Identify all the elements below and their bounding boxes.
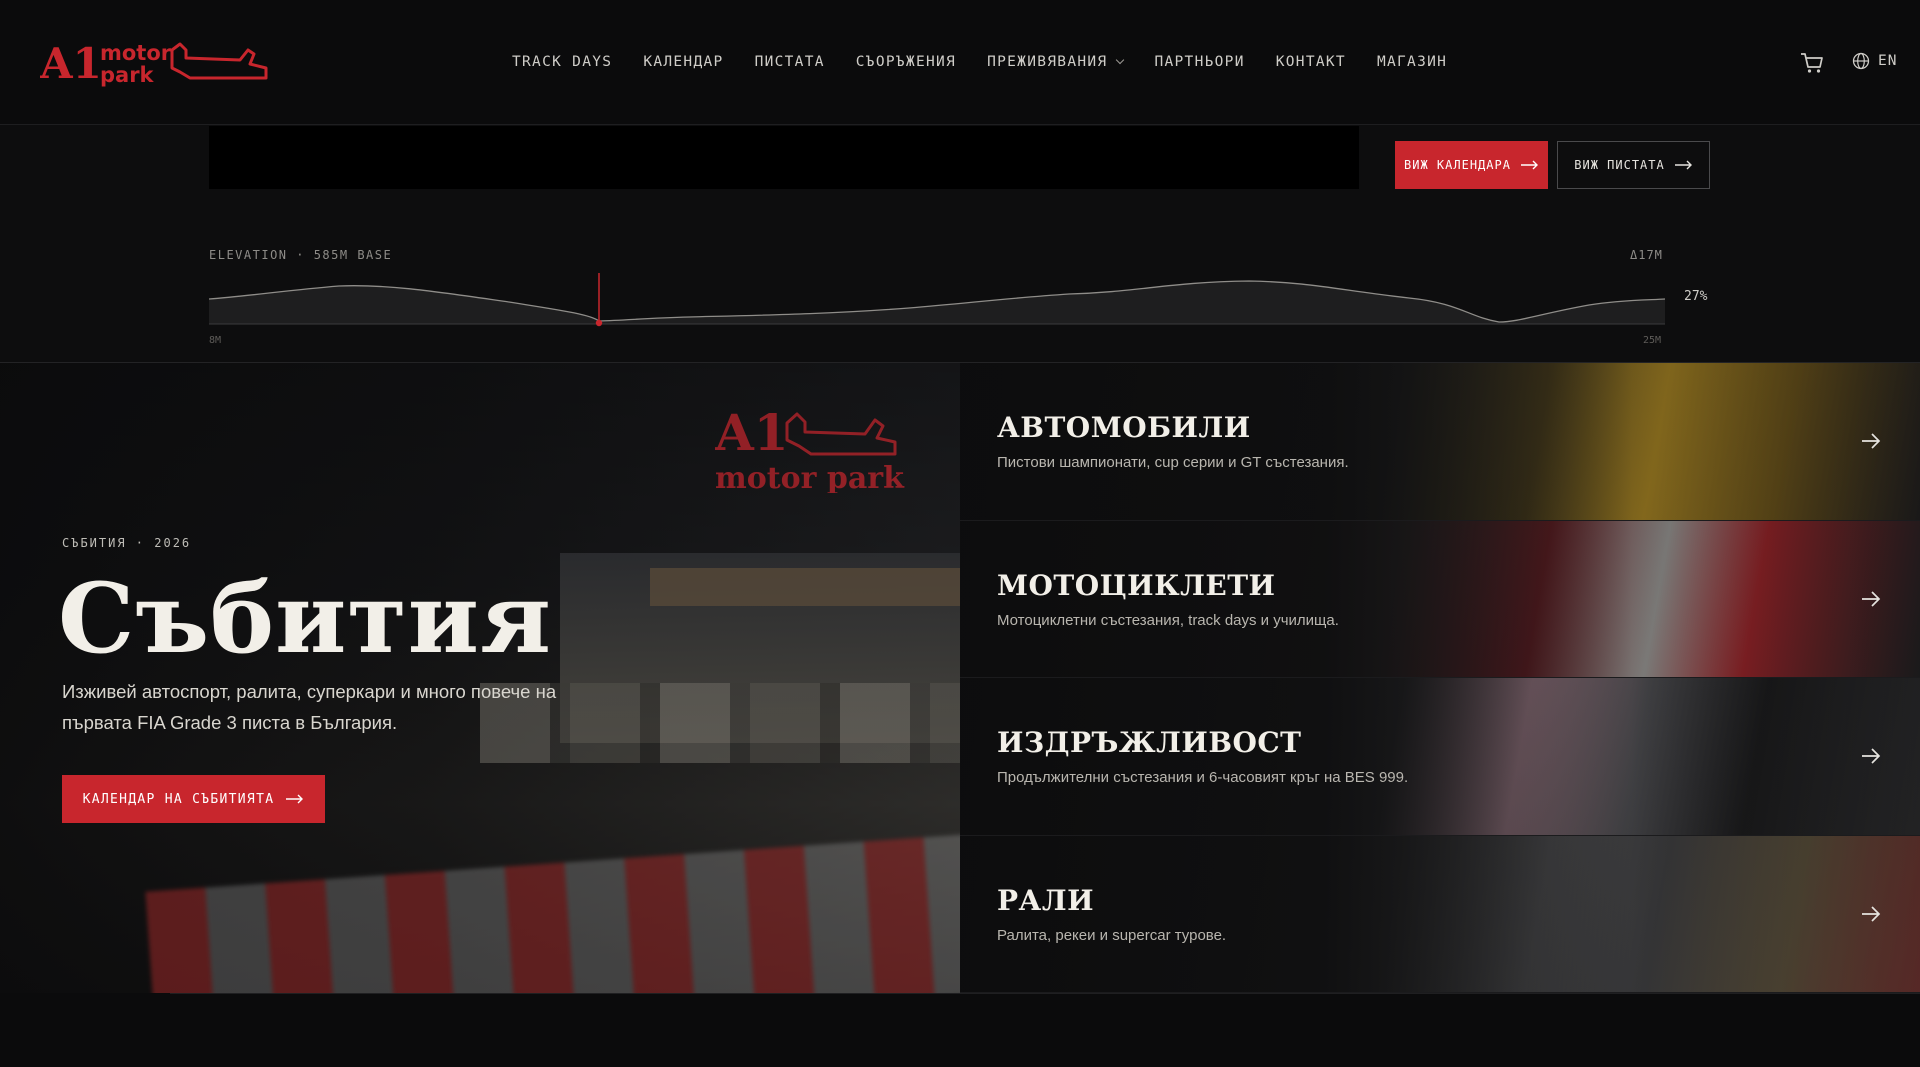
- chevron-down-icon: [1116, 55, 1125, 65]
- hero-description: Изживей автоспорт, ралита, суперкари и м…: [62, 681, 557, 733]
- hero-kicker: СЪБИТИЯ · 2026: [62, 536, 192, 550]
- hero-background-kerb: [145, 834, 960, 993]
- nav-item-calendar[interactable]: КАЛЕНДАР: [643, 54, 723, 70]
- category-title: РАЛИ: [997, 883, 1095, 917]
- nav-label: СЪОРЪЖЕНИЯ: [855, 54, 957, 70]
- arrow-right-icon: [1862, 433, 1881, 449]
- svg-text:motor: motor: [100, 41, 172, 65]
- nav-label: ПРЕЖИВЯВАНИЯ: [987, 54, 1108, 70]
- category-overlay: [960, 835, 1920, 992]
- arrow-right-icon: [1862, 590, 1881, 607]
- divider: [170, 993, 1920, 994]
- category-subtitle: Продължителни състезания и 6-часовият кр…: [997, 769, 1409, 786]
- elevation-label: ELEVATION · 585M BASE: [209, 248, 393, 262]
- site-header: A1 motor park TRACK DAYS КАЛЕНДАР ПИСТАТ…: [0, 0, 1920, 125]
- nav-item-track[interactable]: ПИСТАТА: [755, 54, 825, 70]
- category-title: МОТОЦИКЛЕТИ: [997, 568, 1276, 602]
- language-switcher[interactable]: EN: [1852, 52, 1897, 70]
- video-placeholder: [209, 126, 1359, 189]
- svg-text:A1: A1: [40, 39, 102, 88]
- hero-watermark-logo: A1 motor park: [715, 403, 905, 493]
- category-cars[interactable]: АВТОМОБИЛИ Пистови шампионати, cup серии…: [960, 363, 1920, 521]
- page-bottom: [0, 993, 1920, 1067]
- arrow-right-icon: [1520, 160, 1538, 170]
- nav-label: TRACK DAYS: [512, 54, 613, 70]
- events-hero: A1 motor park СЪБИТИЯ · 2026 Събития Изж…: [0, 363, 960, 993]
- category-subtitle: Ралита, рекеи и supercar турове.: [997, 926, 1227, 944]
- category-subtitle: Мотоциклетни състезания, track days и уч…: [997, 611, 1339, 629]
- event-categories: АВТОМОБИЛИ Пистови шампионати, cup серии…: [960, 363, 1920, 993]
- svg-text:motor park: motor park: [715, 461, 905, 493]
- nav-item-contact[interactable]: КОНТАКТ: [1276, 54, 1346, 70]
- nav-item-partners[interactable]: ПАРТНЬОРИ: [1154, 54, 1244, 70]
- button-label: ВИЖ КАЛЕНДАРА: [1404, 158, 1511, 172]
- nav-label: ПАРТНЬОРИ: [1154, 54, 1245, 70]
- button-label: ВИЖ ПИСТАТА: [1574, 158, 1665, 172]
- nav-label: МАГАЗИН: [1376, 54, 1448, 70]
- elevation-tick-min: 8M: [209, 335, 222, 346]
- nav-label: КАЛЕНДАР: [643, 54, 724, 70]
- svg-text:park: park: [100, 63, 155, 87]
- svg-text:A1: A1: [715, 403, 789, 462]
- elevation-area: [209, 281, 1665, 324]
- elevation-tick-max: 25M: [1643, 335, 1662, 346]
- elevation-delta: Δ17M: [1630, 248, 1663, 262]
- arrow-right-icon: [1862, 905, 1881, 922]
- page-title: Събития: [58, 562, 552, 675]
- nav-item-shop[interactable]: МАГАЗИН: [1377, 54, 1447, 70]
- category-title: АВТОМОБИЛИ: [997, 411, 1251, 444]
- view-track-button[interactable]: ВИЖ ПИСТАТА: [1557, 141, 1710, 189]
- elevation-progress-percent: 27%: [1684, 289, 1708, 304]
- arrow-right-icon: [286, 794, 304, 804]
- hero-background-banner: [650, 568, 960, 606]
- arrow-right-icon: [1862, 748, 1881, 764]
- nav-label: КОНТАКТ: [1275, 54, 1346, 70]
- category-title: ИЗДРЪЖЛИВОСТ: [997, 726, 1302, 759]
- nav-label: ПИСТАТА: [754, 54, 825, 70]
- globe-icon: [1852, 52, 1870, 70]
- category-endurance[interactable]: ИЗДРЪЖЛИВОСТ Продължителни състезания и …: [960, 678, 1920, 836]
- elevation-marker-dot: [595, 319, 603, 327]
- category-motorcycles[interactable]: МОТОЦИКЛЕТИ Мотоциклетни състезания, tra…: [960, 520, 1920, 678]
- cart-icon[interactable]: [1800, 52, 1824, 74]
- category-subtitle: Пистови шампионати, cup серии и GT състе…: [997, 454, 1349, 471]
- nav-item-track-days[interactable]: TRACK DAYS: [512, 54, 612, 70]
- language-label: EN: [1878, 53, 1898, 69]
- category-rally[interactable]: РАЛИ Ралита, рекеи и supercar турове.: [960, 835, 1920, 993]
- nav-item-facilities[interactable]: СЪОРЪЖЕНИЯ: [856, 54, 956, 70]
- brand-logo[interactable]: A1 motor park: [40, 32, 280, 92]
- button-label: КАЛЕНДАР НА СЪБИТИЯТА: [82, 791, 275, 807]
- events-calendar-button[interactable]: КАЛЕНДАР НА СЪБИТИЯТА: [62, 775, 325, 823]
- nav-item-experiences[interactable]: ПРЕЖИВЯВАНИЯ: [987, 54, 1125, 70]
- arrow-right-icon: [1674, 160, 1692, 170]
- elevation-profile[interactable]: [209, 270, 1665, 330]
- view-calendar-button[interactable]: ВИЖ КАЛЕНДАРА: [1395, 141, 1548, 189]
- main-nav: TRACK DAYS КАЛЕНДАР ПИСТАТА СЪОРЪЖЕНИЯ П…: [512, 54, 1478, 70]
